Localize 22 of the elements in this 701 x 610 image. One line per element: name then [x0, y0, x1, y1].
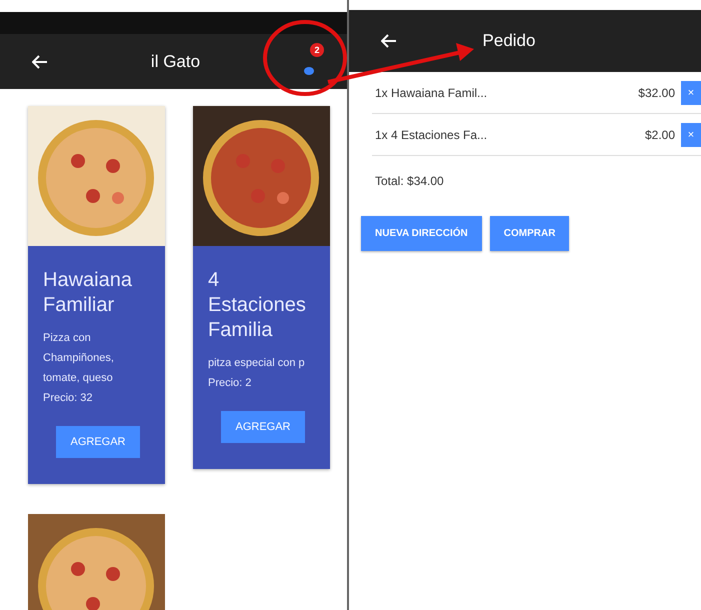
order-item-price: $32.00	[638, 86, 675, 100]
order-item-price: $2.00	[644, 128, 675, 142]
order-total: Total: $34.00	[374, 173, 445, 190]
order-item-name: 1x Hawaiana Famil...	[375, 86, 488, 100]
product-description: Pizza con Champiñones, tomate, queso	[43, 331, 115, 386]
add-button[interactable]: AGREGAR	[221, 411, 304, 443]
cart-count-badge: 2	[310, 42, 324, 56]
back-arrow-icon[interactable]	[381, 34, 397, 48]
product-price: Precio: 32	[43, 391, 94, 406]
action-button[interactable]: NUEVA DIRECCIÓN	[361, 216, 482, 251]
add-button[interactable]: AGREGAR	[56, 426, 140, 458]
action-button[interactable]: COMPRAR	[490, 216, 570, 251]
remove-button[interactable]: ×	[681, 122, 701, 146]
screen-title: Pedido	[482, 31, 536, 51]
product-name: Hawaiana Familiar	[43, 268, 133, 318]
back-arrow-icon[interactable]	[32, 54, 48, 68]
product-description: pitza especial con p	[208, 356, 306, 371]
product-name: 4 Estaciones Familia	[208, 268, 307, 343]
product-price: Precio: 2	[208, 376, 252, 391]
order-item-name: 1x 4 Estaciones Fa...	[375, 128, 488, 142]
remove-button[interactable]: ×	[681, 80, 701, 104]
app-title: il Gato	[150, 52, 202, 72]
